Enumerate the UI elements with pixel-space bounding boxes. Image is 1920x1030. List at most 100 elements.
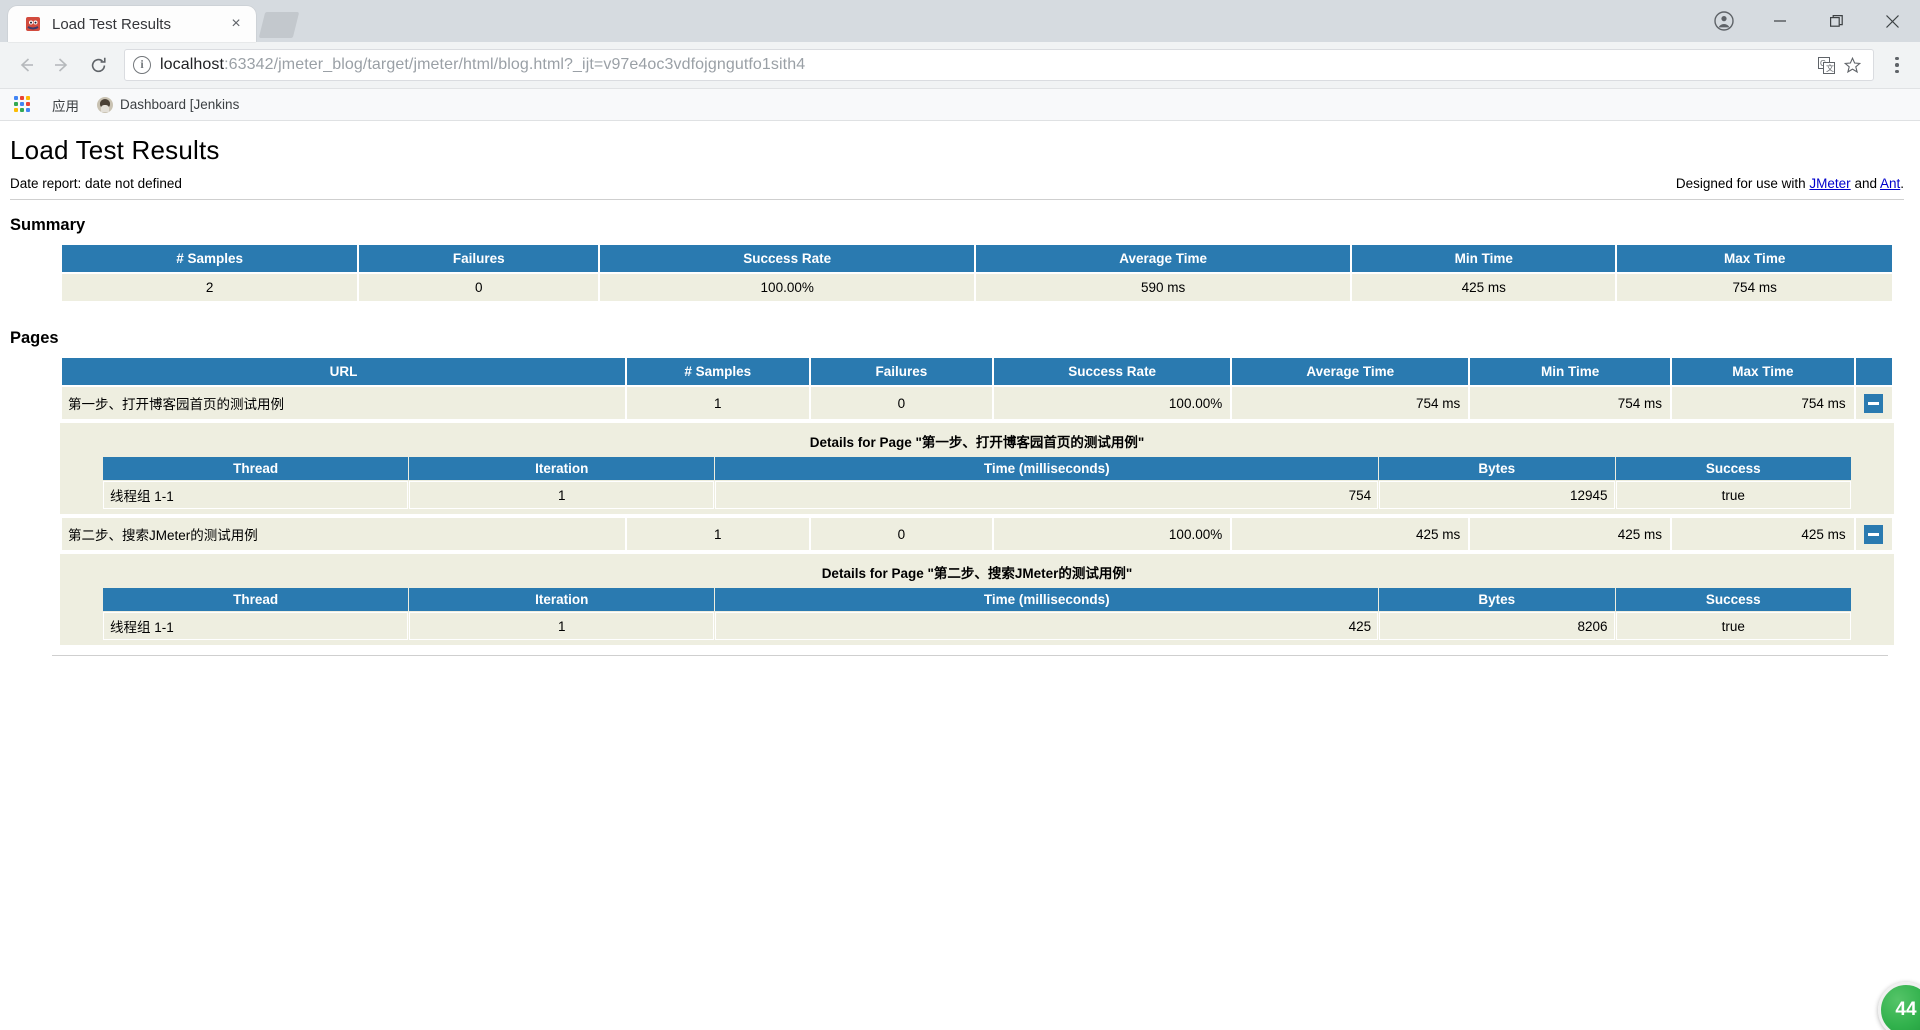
page-average-time: 754 ms bbox=[1232, 387, 1469, 419]
minimize-button[interactable] bbox=[1752, 0, 1808, 42]
page-toggle-cell[interactable] bbox=[1855, 387, 1892, 419]
page-title: Load Test Results bbox=[10, 135, 220, 165]
pages-col-toggle bbox=[1855, 358, 1892, 385]
details-thread: 线程组 1-1 bbox=[103, 612, 409, 640]
jenkins-icon bbox=[97, 96, 113, 113]
apps-grid-icon[interactable] bbox=[14, 95, 32, 114]
pages-heading: Pages bbox=[10, 329, 59, 347]
details-bytes: 8206 bbox=[1379, 612, 1615, 640]
page-details-title: Details for Page "第一步、打开博客园首页的测试用例" bbox=[809, 435, 1145, 450]
summary-value-samples: 2 bbox=[62, 274, 358, 301]
site-info-icon[interactable]: i bbox=[133, 56, 151, 74]
table-row: 第一步、打开博客园首页的测试用例 1 0 100.00% 754 ms 754 … bbox=[62, 387, 1892, 419]
close-window-button[interactable] bbox=[1864, 0, 1920, 42]
ant-link[interactable]: Ant bbox=[1880, 176, 1900, 191]
pages-col-min-time: Min Time bbox=[1470, 358, 1671, 385]
details-col-iteration: Iteration bbox=[409, 588, 715, 611]
designed-for-use-credit: Designed for use with JMeter and Ant. bbox=[1676, 176, 1904, 191]
browser-tab[interactable]: Load Test Results × bbox=[8, 6, 256, 42]
forward-button[interactable] bbox=[44, 47, 80, 83]
pages-header-row: URL # Samples Failures Success Rate Aver… bbox=[62, 358, 1892, 385]
details-col-time: Time (milliseconds) bbox=[715, 457, 1379, 480]
pages-col-failures: Failures bbox=[810, 358, 993, 385]
details-success: true bbox=[1615, 612, 1851, 640]
summary-value-success-rate: 100.00% bbox=[600, 274, 975, 301]
page-details-table: Thread Iteration Time (milliseconds) Byt… bbox=[102, 587, 1852, 641]
pages-table-row-2: 第二步、搜索JMeter的测试用例 1 0 100.00% 425 ms 425… bbox=[60, 516, 1894, 552]
browser-toolbar: i localhost:63342/jmeter_blog/target/jme… bbox=[0, 42, 1920, 89]
pages-col-success-rate: Success Rate bbox=[994, 358, 1231, 385]
table-row: 第二步、搜索JMeter的测试用例 1 0 100.00% 425 ms 425… bbox=[62, 518, 1892, 550]
pages-col-max-time: Max Time bbox=[1672, 358, 1854, 385]
details-time: 425 bbox=[715, 612, 1379, 640]
bookmark-star-icon[interactable] bbox=[1839, 52, 1865, 78]
credit-prefix: Designed for use with bbox=[1675, 176, 1810, 191]
summary-heading: Summary bbox=[10, 216, 86, 234]
reload-button[interactable] bbox=[80, 47, 116, 83]
details-col-success: Success bbox=[1615, 457, 1851, 480]
summary-value-average-time: 590 ms bbox=[976, 274, 1351, 301]
date-report: Date report: date not defined bbox=[10, 176, 182, 191]
details-thread: 线程组 1-1 bbox=[103, 481, 409, 509]
back-button[interactable] bbox=[8, 47, 44, 83]
page-average-time: 425 ms bbox=[1232, 518, 1469, 550]
page-max-time: 754 ms bbox=[1672, 387, 1854, 419]
page-min-time: 754 ms bbox=[1470, 387, 1671, 419]
report-subheader: Date report: date not defined Designed f… bbox=[10, 176, 1904, 200]
collapse-minus-icon[interactable] bbox=[1864, 393, 1884, 413]
summary-col-max-time: Max Time bbox=[1617, 245, 1892, 272]
bookmark-item-jenkins[interactable]: Dashboard [Jenkins bbox=[91, 95, 245, 115]
omnibox-icons: G 文 bbox=[1813, 52, 1865, 78]
details-iteration: 1 bbox=[409, 481, 715, 509]
profile-avatar-icon[interactable] bbox=[1696, 0, 1752, 42]
details-header-row: Thread Iteration Time (milliseconds) Byt… bbox=[103, 457, 1851, 480]
summary-col-samples: # Samples bbox=[62, 245, 358, 272]
window-controls bbox=[1696, 0, 1920, 42]
page-min-time: 425 ms bbox=[1470, 518, 1671, 550]
pages-col-samples: # Samples bbox=[626, 358, 809, 385]
maximize-button[interactable] bbox=[1808, 0, 1864, 42]
notification-badge[interactable]: 44 bbox=[1878, 982, 1920, 1030]
details-col-success: Success bbox=[1615, 588, 1851, 611]
page-success-rate: 100.00% bbox=[994, 518, 1231, 550]
tab-close-icon[interactable]: × bbox=[226, 14, 246, 34]
new-tab-button[interactable] bbox=[258, 12, 300, 38]
page-max-time: 425 ms bbox=[1672, 518, 1854, 550]
table-row: 线程组 1-1 1 754 12945 true bbox=[103, 481, 1851, 509]
bookmark-apps[interactable]: 应用 bbox=[46, 93, 85, 117]
details-col-thread: Thread bbox=[103, 588, 409, 611]
table-row: 2 0 100.00% 590 ms 425 ms 754 ms bbox=[62, 274, 1892, 301]
credit-suffix: . bbox=[1900, 176, 1904, 191]
details-col-thread: Thread bbox=[103, 457, 409, 480]
summary-table: # Samples Failures Success Rate Average … bbox=[60, 243, 1894, 303]
details-time: 754 bbox=[715, 481, 1379, 509]
summary-header-row: # Samples Failures Success Rate Average … bbox=[62, 245, 1892, 272]
page-details-panel: Details for Page "第一步、打开博客园首页的测试用例" Thre… bbox=[60, 423, 1894, 514]
pages-col-average-time: Average Time bbox=[1232, 358, 1469, 385]
summary-col-min-time: Min Time bbox=[1352, 245, 1616, 272]
collapse-minus-icon[interactable] bbox=[1864, 524, 1884, 544]
summary-col-success-rate: Success Rate bbox=[600, 245, 975, 272]
address-bar-url: localhost:63342/jmeter_blog/target/jmete… bbox=[160, 56, 805, 74]
summary-value-max-time: 754 ms bbox=[1617, 274, 1892, 301]
page-details-panel: Details for Page "第二步、搜索JMeter的测试用例" Thr… bbox=[60, 554, 1894, 645]
url-host: localhost bbox=[160, 56, 225, 73]
jmeter-favicon-icon bbox=[24, 15, 42, 33]
address-bar[interactable]: i localhost:63342/jmeter_blog/target/jme… bbox=[124, 49, 1874, 81]
browser-window: Load Test Results × i localhost:63342/jm… bbox=[0, 0, 1920, 1030]
page-toggle-cell[interactable] bbox=[1855, 518, 1892, 550]
svg-text:文: 文 bbox=[1826, 63, 1834, 73]
details-col-time: Time (milliseconds) bbox=[715, 588, 1379, 611]
footer-divider bbox=[52, 655, 1888, 656]
translate-icon[interactable]: G 文 bbox=[1813, 52, 1839, 78]
details-header-row: Thread Iteration Time (milliseconds) Byt… bbox=[103, 588, 1851, 611]
page-details-table: Thread Iteration Time (milliseconds) Byt… bbox=[102, 456, 1852, 510]
summary-col-average-time: Average Time bbox=[976, 245, 1351, 272]
browser-menu-icon[interactable] bbox=[1882, 56, 1912, 74]
bookmark-item-label: Dashboard [Jenkins bbox=[120, 97, 240, 112]
bookmarks-bar: 应用 Dashboard [Jenkins bbox=[0, 89, 1920, 121]
pages-col-url: URL bbox=[62, 358, 625, 385]
page-url: 第二步、搜索JMeter的测试用例 bbox=[62, 518, 625, 550]
page-failures: 0 bbox=[810, 518, 993, 550]
jmeter-link[interactable]: JMeter bbox=[1809, 176, 1850, 191]
